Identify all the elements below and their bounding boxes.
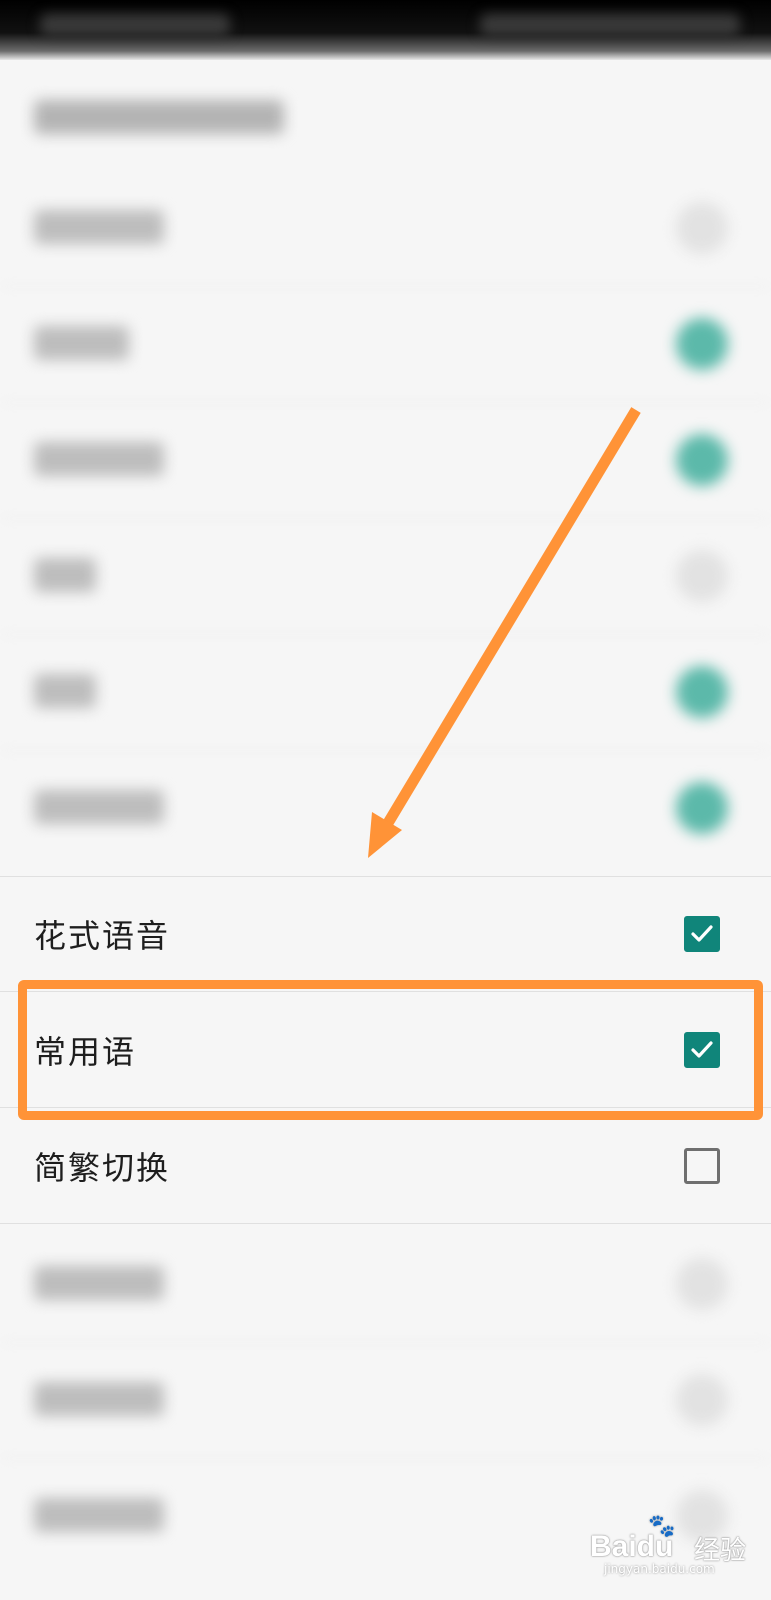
screen: 花式语音 常用语 简繁切换 🐾 Baidu 经验 jingyan.baidu.c… xyxy=(0,0,771,1600)
baidu-watermark: 🐾 Baidu 经验 jingyan.baidu.com xyxy=(588,1512,758,1576)
pointer-arrow-icon xyxy=(368,407,641,858)
watermark-brand: Baidu xyxy=(590,1530,674,1563)
watermark-url: jingyan.baidu.com xyxy=(604,1562,715,1576)
